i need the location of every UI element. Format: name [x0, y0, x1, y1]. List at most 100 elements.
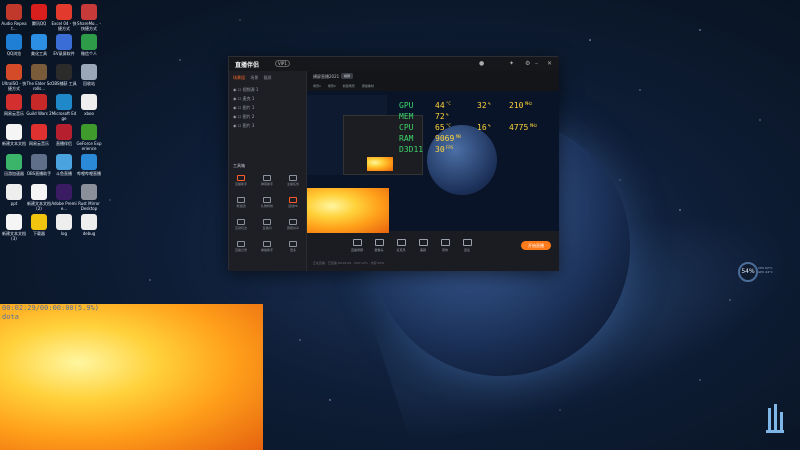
close-icon[interactable]: ✕ — [547, 60, 552, 67]
desktop-icon-weixin[interactable]: 微信个人 — [76, 34, 102, 56]
webcam-overlay[interactable] — [307, 188, 389, 233]
hw-label: CPU — [399, 123, 414, 132]
desktop-icon-rust-app[interactable]: Rust Mirror Desktop — [76, 184, 102, 211]
desktop-icon-bilibili[interactable]: 哔哩哔哩直播 — [76, 154, 102, 176]
tab-screenshot[interactable]: 截屏 — [264, 75, 272, 81]
hw-unit: FPS — [446, 145, 454, 150]
hw-value: 210 — [509, 101, 524, 110]
desktop-icon-ds-app[interactable]: 斗鱼直播 — [51, 154, 77, 176]
desktop-icon-premiere[interactable]: Adobe Premie... — [51, 184, 77, 211]
tool-item[interactable]: 直播间 — [257, 219, 277, 230]
source-item[interactable]: ◉ ☐ 图片 1 — [233, 105, 254, 111]
tool-item[interactable]: 看播助手 — [257, 241, 277, 252]
desktop-icon-anydesk-game[interactable]: Guild Wars 2 — [26, 94, 52, 116]
qq-browser-icon — [6, 34, 22, 50]
desktop-icon-obs[interactable]: OBS捕获 工具 — [51, 64, 77, 86]
desktop-icon-zhushou[interactable]: 腾讯QQ — [26, 4, 52, 26]
tool-item[interactable]: 直播记录 — [231, 241, 251, 252]
desktop-icon-label: UltraISO - 快捷方式 — [1, 81, 27, 91]
desktop-icon-recycle-bin[interactable]: 回收站 — [76, 64, 102, 86]
bottom-item[interactable]: 连麦 — [457, 239, 477, 252]
geforce-icon — [81, 124, 97, 140]
desktop-icon-label: Guild Wars 2 — [26, 111, 52, 116]
source-item[interactable]: ◉ ☐ 图片 3 — [233, 123, 254, 129]
bottom-item[interactable]: 音效 — [435, 239, 455, 252]
scene-tag[interactable]: 横屏 — [341, 73, 354, 79]
app-title-bar[interactable]: 直播伴侣 VIP1 ● ✦ ⚙ – ✕ — [229, 57, 559, 71]
desktop-icon-wangyi-cloud[interactable]: 网易云音乐 — [1, 94, 27, 116]
recycle-bin-icon — [81, 64, 97, 80]
tool-item[interactable]: 直播助手 — [231, 175, 251, 186]
bottom-item[interactable]: 直播录屏 — [347, 239, 367, 252]
playback-time: 00:02:29/00:00:00(5.9%) — [2, 304, 99, 312]
desktop-icon-sharemouse[interactable]: ShareMo... - 快捷方式 — [76, 4, 102, 31]
bottom-item[interactable]: 麦克风 — [391, 239, 411, 252]
desktop-icon-label: 新建文本文档 (3) — [2, 231, 26, 241]
hw-row: MEM 72% — [399, 112, 448, 121]
desktop-icon-label: Excel 04 - 快捷方式 — [51, 21, 77, 31]
desktop-icon-ksc-app[interactable]: Excel 04 - 快捷方式 — [51, 4, 77, 31]
desktop-icon-fire-app[interactable]: 下载器 — [26, 214, 52, 236]
desktop-icon-lurecord[interactable]: EV录屏软件 — [51, 34, 77, 56]
desktop-icon-audio-recorder[interactable]: Audio Repeat... — [1, 4, 27, 31]
desktop-icon-debug-file[interactable]: debug — [76, 214, 102, 236]
desktop-icon-label: 新建文本文档 — [2, 141, 26, 146]
bottom-item[interactable]: 摄像头 — [369, 239, 389, 252]
bottom-item[interactable]: 美颜 — [413, 239, 433, 252]
desktop-icon-game-app[interactable]: 迅游加速器 — [1, 154, 27, 176]
desktop-icon-label: 美化工具 — [31, 51, 47, 56]
desktop-icon-ultraiso[interactable]: UltraISO - 快捷方式 — [1, 64, 27, 91]
chip[interactable]: 新建场景 — [343, 84, 355, 88]
desktop-icon-douyin[interactable]: 直播伴侣 — [51, 124, 77, 146]
desktop-icon-live-app[interactable]: OBS直播助手 — [26, 154, 52, 176]
desktop-icon-label: 直播伴侣 — [56, 141, 72, 146]
desktop-icon-edge[interactable]: Microsoft Edge — [51, 94, 77, 121]
desktop-icon-log-file[interactable]: log — [51, 214, 77, 236]
gift-icon[interactable]: ✦ — [509, 60, 514, 67]
desktop-icon-txt-file-3[interactable]: 新建文本文档 (3) — [1, 214, 27, 241]
source-item[interactable]: ◉ ☐ 图片 2 — [233, 114, 254, 120]
source-item[interactable]: ◉ ☐ 麦克 1 — [233, 96, 254, 102]
desktop-icon-qq-browser[interactable]: QQ浏览 — [1, 34, 27, 56]
desktop-icon-label: QQ浏览 — [6, 51, 22, 56]
source-label: 图片 3 — [242, 123, 255, 128]
chip[interactable]: 添加素材 — [362, 84, 374, 88]
tool-item[interactable]: 礼物特效 — [257, 197, 277, 208]
hw-unit: % — [488, 101, 491, 106]
settings-icon[interactable]: ⚙ — [525, 60, 530, 67]
start-live-button[interactable]: 开始直播 — [521, 241, 551, 250]
source-item[interactable]: ◉ ☐ 视频源 1 — [233, 87, 258, 93]
tool-item[interactable]: 粉丝团 — [231, 197, 251, 208]
vip-badge[interactable]: VIP1 — [275, 60, 290, 67]
tool-item[interactable]: 互动玩法 — [231, 219, 251, 230]
chip[interactable]: 场景2 — [328, 84, 336, 88]
chip[interactable]: 场景1 — [313, 84, 321, 88]
desktop-icon-elder-scrolls[interactable]: The Elder Scrolls... — [26, 64, 52, 91]
desktop-icon-label: Rust Mirror Desktop — [78, 201, 100, 211]
minimize-icon[interactable]: – — [535, 60, 538, 67]
tool-item[interactable]: 屏幕共享 — [283, 219, 303, 230]
desktop-icon-label: The Elder Scrolls... — [26, 81, 52, 91]
desktop-icon-uc-tool[interactable]: 美化工具 — [26, 34, 52, 56]
desktop-icon-txt-file[interactable]: 新建文本文档 (2) — [26, 184, 52, 211]
desktop-icon-geforce[interactable]: GeForce Experience — [76, 124, 102, 151]
live-app-icon — [31, 154, 47, 170]
desktop-icon-ppt-file[interactable]: ppt — [1, 184, 27, 206]
tab-scene-group[interactable]: 场景组 — [233, 75, 245, 81]
source-label: 视频源 1 — [242, 87, 259, 92]
streaming-app-window[interactable]: 直播伴侣 VIP1 ● ✦ ⚙ – ✕ 场景组 场景 截屏 ◉ ☐ 视频源 1 … — [228, 56, 559, 271]
tool-item[interactable]: 主播任务 — [283, 175, 303, 186]
source-label: 麦克 1 — [242, 96, 255, 101]
desktop-icon-label: 腾讯QQ — [31, 21, 47, 26]
hw-label: GPU — [399, 101, 414, 110]
desktop-icon-doc-file[interactable]: 新建文本文档 — [1, 124, 27, 146]
tool-item[interactable]: 连线PK — [283, 197, 303, 208]
desktop-icon-netease-music[interactable]: 网易云音乐 — [26, 124, 52, 146]
tool-item[interactable]: 弹幕助手 — [257, 175, 277, 186]
hw-value: 30 — [435, 145, 445, 154]
tab-scene[interactable]: 场景 — [250, 75, 258, 81]
tool-item[interactable]: 更多 — [283, 241, 303, 252]
system-widget[interactable]: 54% CPU 62°C GPU 44°C — [738, 262, 773, 282]
desktop-icon-xlsx-file[interactable]: xboo — [76, 94, 102, 116]
avatar-icon[interactable]: ● — [479, 60, 484, 67]
